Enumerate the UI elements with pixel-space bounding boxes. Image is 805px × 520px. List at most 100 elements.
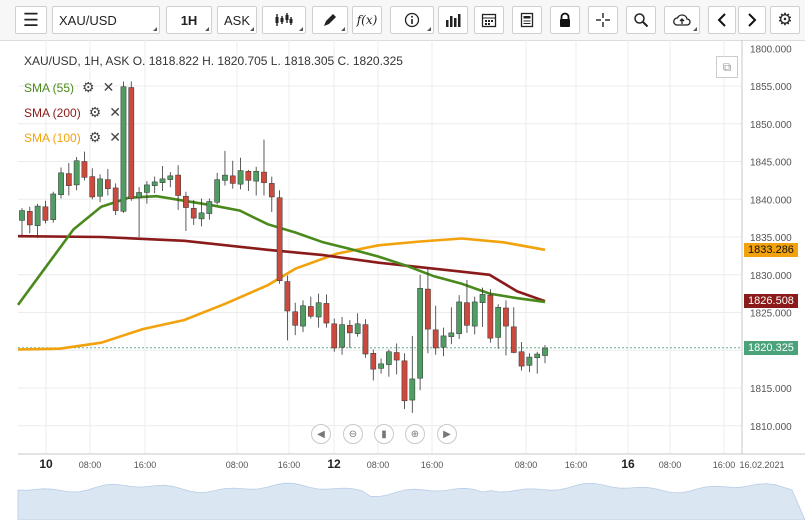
candle-body — [190, 208, 197, 219]
gear-icon[interactable]: ⚙ — [82, 79, 95, 96]
fullscreen-button[interactable]: ⧉ — [716, 56, 738, 78]
candle-body — [222, 174, 228, 181]
close-icon[interactable]: ✕ — [103, 79, 115, 96]
gear-icon[interactable]: ⚙ — [89, 129, 102, 146]
candle-body — [214, 179, 220, 203]
candle-body — [331, 323, 338, 349]
candle-body — [378, 363, 384, 369]
scroll-right-button[interactable] — [738, 6, 766, 34]
candle — [534, 351, 541, 374]
reset-icon: ▮ — [381, 428, 387, 440]
report-icon — [520, 12, 534, 28]
zoom-button[interactable] — [626, 6, 656, 34]
price-type-selector[interactable]: ASK — [217, 6, 257, 34]
legend-sma-55: SMA (55) ⚙ ✕ — [24, 79, 114, 96]
candle-body — [518, 351, 525, 367]
candle — [34, 203, 41, 238]
candle-body — [19, 210, 25, 221]
indicators-button[interactable]: f(x) — [352, 6, 382, 34]
pencil-icon — [324, 14, 336, 26]
zoom-out-button[interactable]: ⊖ — [343, 424, 363, 444]
next-arrow-icon — [748, 13, 757, 27]
share-button[interactable] — [664, 6, 700, 34]
candle — [518, 341, 525, 371]
x-tick-label: 08:00 — [659, 460, 682, 470]
candle-body — [323, 303, 330, 324]
symbol-selector[interactable]: XAU/USD — [52, 6, 160, 34]
legend-label-sma-200: SMA (200) — [24, 105, 81, 120]
candle — [73, 156, 80, 191]
symbol-label: XAU/USD — [59, 12, 117, 28]
candle — [58, 167, 64, 199]
x-tick-label: 12 — [327, 457, 341, 471]
x-tick-label: 16.02.2021 — [739, 460, 784, 470]
candle — [479, 287, 486, 327]
candle-body — [503, 307, 509, 327]
reset-view-button[interactable]: ▮ — [374, 424, 394, 444]
candle-body — [542, 347, 548, 356]
candle — [19, 208, 25, 236]
candle — [128, 81, 135, 201]
candle — [401, 353, 408, 410]
candle — [526, 353, 533, 373]
x-tick-label: 16:00 — [713, 460, 736, 470]
calendar-button[interactable] — [474, 6, 504, 34]
close-icon[interactable]: ✕ — [109, 104, 121, 121]
lock-button[interactable] — [550, 6, 580, 34]
candle-body — [347, 325, 353, 334]
scroll-left-button[interactable] — [708, 6, 736, 34]
volume-button[interactable] — [438, 6, 468, 34]
candle — [229, 160, 236, 189]
candle-body — [456, 301, 462, 334]
candle — [167, 172, 174, 188]
candle — [300, 300, 306, 333]
scroll-forward-button[interactable]: ▶ — [437, 424, 457, 444]
fx-icon: f(x) — [356, 13, 378, 27]
zoom-in-button[interactable]: ⊕ — [405, 424, 425, 444]
legend-sma-100: SMA (100) ⚙ ✕ — [24, 129, 121, 146]
candle-body — [89, 176, 96, 198]
chart-area[interactable]: 1800.000 1855.000 1850.000 1845.000 1840.000… — [0, 40, 805, 520]
report-button[interactable] — [512, 6, 542, 34]
candle — [183, 191, 189, 231]
info-button[interactable] — [390, 6, 434, 34]
candle-body — [50, 193, 57, 220]
chart-type-button[interactable] — [262, 6, 306, 34]
candle — [464, 280, 470, 333]
y-tick-label: 1845.000 — [750, 158, 792, 169]
menu-button[interactable]: ☰ — [15, 6, 47, 34]
candle — [276, 190, 283, 284]
candle-body — [370, 353, 377, 370]
settings-button[interactable]: ⚙ — [770, 6, 800, 34]
candle-body — [42, 206, 49, 221]
candle-body — [253, 171, 260, 182]
triangle-left-icon: ◀ — [317, 428, 325, 440]
candle — [175, 165, 181, 210]
candle — [81, 151, 88, 181]
prev-arrow-icon — [717, 13, 726, 27]
crosshair-button[interactable] — [588, 6, 618, 34]
candle-body — [81, 161, 88, 178]
candle — [292, 302, 299, 336]
candle — [370, 349, 377, 381]
candle — [261, 139, 267, 196]
gear-icon[interactable]: ⚙ — [89, 104, 102, 121]
x-tick-label: 08:00 — [79, 460, 102, 470]
candle — [112, 183, 119, 216]
timeframe-selector[interactable]: 1H — [166, 6, 212, 34]
candle-body — [268, 183, 275, 198]
draw-tool-button[interactable] — [312, 6, 348, 34]
candle-body — [495, 306, 502, 338]
candle — [26, 206, 33, 234]
candle-body — [58, 172, 64, 195]
x-tick-label: 16:00 — [134, 460, 157, 470]
candle — [347, 320, 353, 348]
scroll-back-button[interactable]: ◀ — [311, 424, 331, 444]
candle — [245, 169, 252, 191]
candle-body — [159, 178, 166, 183]
candle-body — [245, 171, 252, 181]
x-tick-label: 08:00 — [515, 460, 538, 470]
candle — [253, 166, 260, 196]
close-icon[interactable]: ✕ — [109, 129, 121, 146]
legend-sma-200: SMA (200) ⚙ ✕ — [24, 104, 121, 121]
